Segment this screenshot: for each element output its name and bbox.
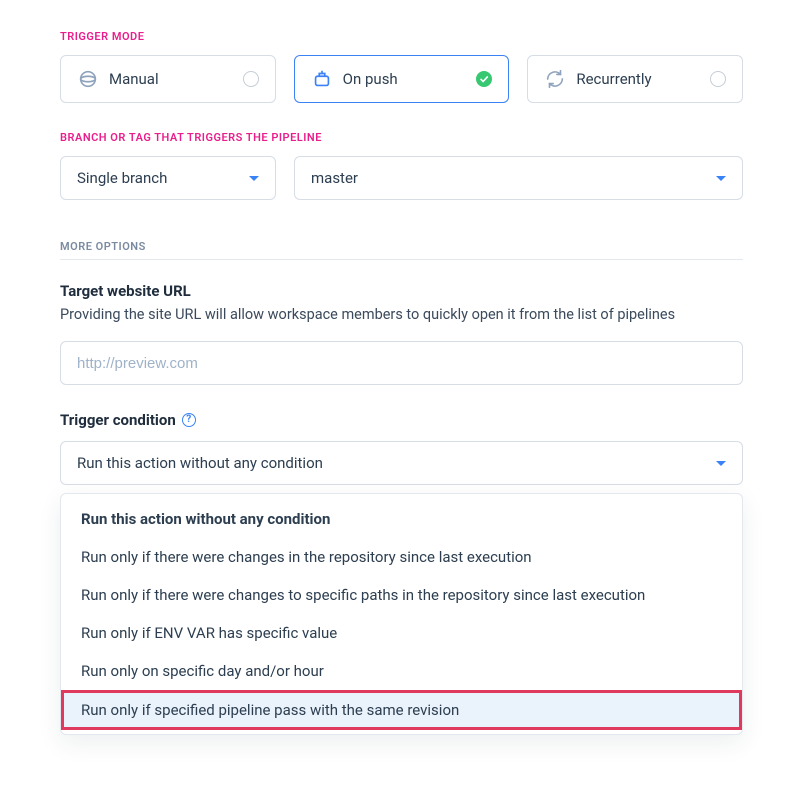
target-url-title: Target website URL xyxy=(60,282,743,300)
branch-name-value: master xyxy=(311,169,358,187)
trigger-mode-recurrently-label: Recurrently xyxy=(576,70,700,88)
trigger-condition-value: Run this action without any condition xyxy=(77,454,323,472)
target-url-input[interactable] xyxy=(60,341,743,385)
chevron-down-icon xyxy=(716,461,726,466)
trigger-mode-onpush[interactable]: On push xyxy=(294,55,510,103)
trigger-condition-dropdown: Run this action without any condition Ru… xyxy=(60,493,743,735)
radio-unchecked-icon xyxy=(710,71,726,87)
branch-type-select[interactable]: Single branch xyxy=(60,156,276,200)
dropdown-item[interactable]: Run only if there were changes in the re… xyxy=(61,538,742,576)
radio-unchecked-icon xyxy=(243,71,259,87)
branch-select-row: Single branch master xyxy=(60,156,743,200)
chevron-down-icon xyxy=(716,176,726,181)
trigger-condition-select[interactable]: Run this action without any condition xyxy=(60,441,743,485)
manual-icon xyxy=(77,68,99,90)
dropdown-item-highlighted[interactable]: Run only if specified pipeline pass with… xyxy=(61,690,742,730)
dropdown-item[interactable]: Run only if there were changes to specif… xyxy=(61,576,742,614)
help-icon[interactable]: ? xyxy=(182,413,196,427)
trigger-mode-recurrently[interactable]: Recurrently xyxy=(527,55,743,103)
chevron-down-icon xyxy=(249,176,259,181)
check-icon xyxy=(476,71,492,87)
trigger-mode-manual-label: Manual xyxy=(109,70,233,88)
branch-section-label: BRANCH OR TAG THAT TRIGGERS THE PIPELINE xyxy=(60,131,743,144)
branch-name-select[interactable]: master xyxy=(294,156,743,200)
dropdown-item[interactable]: Run only on specific day and/or hour xyxy=(61,652,742,690)
trigger-condition-title: Trigger condition xyxy=(60,411,176,429)
branch-type-value: Single branch xyxy=(77,169,167,187)
trigger-mode-label: TRIGGER MODE xyxy=(60,30,743,43)
trigger-mode-onpush-label: On push xyxy=(343,70,467,88)
trigger-mode-manual[interactable]: Manual xyxy=(60,55,276,103)
dropdown-item[interactable]: Run this action without any condition xyxy=(61,500,742,538)
recurrent-icon xyxy=(544,68,566,90)
trigger-mode-options: Manual On push Recurrently xyxy=(60,55,743,103)
more-options-label: MORE OPTIONS xyxy=(60,240,743,260)
target-url-desc: Providing the site URL will allow worksp… xyxy=(60,306,743,323)
dropdown-item[interactable]: Run only if ENV VAR has specific value xyxy=(61,614,742,652)
push-icon xyxy=(311,68,333,90)
